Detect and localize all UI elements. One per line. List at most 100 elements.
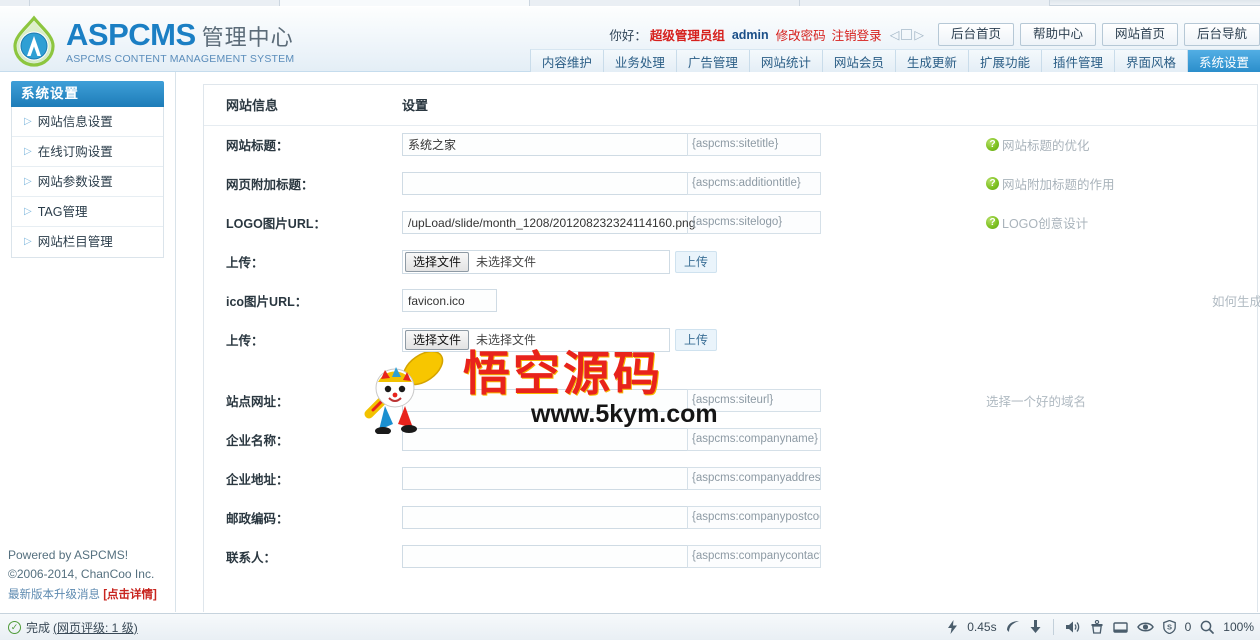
shield-icon[interactable]: S (1162, 620, 1176, 634)
pager-box-icon[interactable] (901, 29, 913, 40)
label-company-address: 企业地址： (226, 473, 289, 487)
input-company-name[interactable] (402, 428, 712, 451)
browser-tab[interactable] (0, 0, 30, 6)
sidebar-footer: Powered by ASPCMS! ©2006-2014, ChanCoo I… (0, 546, 176, 605)
form-row-addition-title: 网页附加标题： {aspcms:additiontitle} ? 网站附加标题的… (204, 164, 1257, 203)
logout-link[interactable]: 注销登录 (832, 25, 882, 44)
ico-file-input[interactable]: 选择文件 未选择文件 (402, 327, 670, 352)
choose-file-button[interactable]: 选择文件 (405, 251, 470, 272)
logo-upload-control: 选择文件 未选择文件 上传 (402, 249, 1257, 274)
hint-site-title[interactable]: ? 网站标题的优化 (986, 135, 1257, 154)
input-ico-url[interactable] (402, 289, 497, 312)
form-row-company-contact: 联系人： {aspcms:companycontact} (204, 537, 1257, 576)
username: admin (731, 27, 769, 42)
logo-file-input[interactable]: 选择文件 未选择文件 (402, 249, 670, 274)
tab-site-statistics[interactable]: 网站统计 (750, 50, 823, 72)
tag-site-logo: {aspcms:sitelogo} (687, 211, 821, 234)
change-password-link[interactable]: 修改密码 (776, 25, 826, 44)
sidebar-item-site-params[interactable]: ▷ 网站参数设置 (12, 167, 163, 197)
settings-panel: 网站信息 设置 网站标题： {aspcms:sitetitle} ? 网站标题的… (203, 84, 1260, 612)
hint-addition-title[interactable]: ? 网站附加标题的作用 (986, 174, 1257, 193)
tag-addition-title: {aspcms:additiontitle} (687, 172, 821, 195)
input-company-contact[interactable] (402, 545, 712, 568)
browser-tab[interactable] (530, 0, 800, 6)
pager-next-icon[interactable]: ▷ (914, 27, 924, 42)
tag-site-url: {aspcms:siteurl} (687, 389, 821, 412)
question-mark-icon: ? (986, 138, 999, 152)
file-status-text: 未选择文件 (476, 333, 537, 347)
sidebar-item-online-order[interactable]: ▷ 在线订购设置 (12, 137, 163, 167)
browser-tab-strip (0, 0, 1260, 6)
input-site-url[interactable] (402, 389, 712, 412)
tab-ad-management[interactable]: 广告管理 (677, 50, 750, 72)
sidebar: 系统设置 ▷ 网站信息设置 ▷ 在线订购设置 ▷ 网站参数设置 ▷ TAG管理 (0, 72, 176, 612)
logo-upload-button[interactable]: 上传 (675, 250, 718, 273)
question-mark-icon: ? (986, 177, 999, 190)
zoom-level-text[interactable]: 100% (1223, 620, 1254, 634)
update-notice[interactable]: 最新版本升级消息 [点击详情] (8, 586, 157, 605)
logo-text: ASPCMS 管理中心 ASPCMS CONTENT MANAGEMENT SYS… (66, 17, 295, 65)
form-row-spacer (204, 359, 1257, 381)
svg-text:S: S (1167, 623, 1172, 632)
pager-control[interactable]: ◁ ▷ (890, 27, 924, 42)
tab-plugins[interactable]: 插件管理 (1042, 50, 1115, 72)
status-left: ✓ 完成 (网页评级: 1 级) (0, 619, 138, 636)
input-addition-title[interactable] (402, 172, 712, 195)
eye-icon[interactable] (1136, 621, 1154, 633)
chevron-right-icon: ▷ (24, 205, 32, 217)
chevron-right-icon: ▷ (24, 236, 32, 247)
browser-tab[interactable] (800, 0, 1050, 6)
form-row-site-logo: LOGO图片URL： {aspcms:sitelogo} ? LOGO创意设计 (204, 203, 1257, 242)
window-panel-icon[interactable] (1112, 621, 1128, 634)
browser-tab-active[interactable] (280, 0, 530, 6)
form-header-row: 网站信息 设置 (204, 85, 1257, 126)
page-rating-link[interactable]: (网页评级: 1 级) (53, 619, 138, 636)
hint-text: LOGO创意设计 (1002, 217, 1089, 231)
label-ico-url: ico图片URL： (226, 295, 308, 309)
speaker-volume-icon[interactable] (1065, 620, 1081, 634)
tab-content-maintenance[interactable]: 内容维护 (531, 50, 604, 72)
copyright-text: ©2006-2014, ChanCoo Inc. (8, 567, 155, 581)
tab-generate-update[interactable]: 生成更新 (896, 50, 969, 72)
app-logo[interactable]: ASPCMS 管理中心 ASPCMS CONTENT MANAGEMENT SYS… (8, 15, 294, 67)
tab-site-members[interactable]: 网站会员 (823, 50, 896, 72)
shield-count-text: 0 (1184, 620, 1192, 634)
choose-file-button[interactable]: 选择文件 (405, 329, 470, 350)
form-row-logo-upload: 上传： 选择文件 未选择文件 上传 (204, 242, 1257, 281)
input-company-address[interactable] (402, 467, 712, 490)
input-site-logo[interactable] (402, 211, 712, 234)
sidebar-item-label: 在线订购设置 (37, 144, 113, 159)
top-button-backend-home[interactable]: 后台首页 (937, 23, 1014, 46)
search-magnifier-icon[interactable] (1200, 620, 1215, 634)
body-area: 系统设置 ▷ 网站信息设置 ▷ 在线订购设置 ▷ 网站参数设置 ▷ TAG管理 (0, 72, 1260, 612)
user-role: 超级管理员组 (649, 29, 725, 43)
greeting-text: 你好： (609, 29, 647, 43)
sidebar-item-tag-management[interactable]: ▷ TAG管理 (12, 197, 163, 227)
sidebar-item-site-info[interactable]: ▷ 网站信息设置 (12, 107, 163, 137)
chevron-right-icon: ▷ (24, 115, 32, 127)
label-company-postcode: 邮政编码： (226, 512, 289, 526)
tab-system-settings[interactable]: 系统设置 (1187, 50, 1260, 72)
tab-ui-style[interactable]: 界面风格 (1115, 50, 1188, 72)
chevron-right-icon: ▷ (24, 145, 32, 157)
top-button-site-home[interactable]: 网站首页 (1101, 23, 1178, 46)
logo-subtitle: ASPCMS CONTENT MANAGEMENT SYSTEM (66, 52, 295, 65)
download-arrow-icon[interactable] (1029, 620, 1042, 634)
sidebar-title: 系统设置 (11, 81, 164, 107)
browser-tab[interactable] (30, 0, 280, 6)
input-site-title[interactable] (402, 133, 712, 157)
tab-business-process[interactable]: 业务处理 (604, 50, 677, 72)
input-company-postcode[interactable] (402, 506, 712, 529)
top-button-help-center[interactable]: 帮助中心 (1019, 23, 1096, 46)
ico-upload-button[interactable]: 上传 (675, 328, 718, 351)
hint-site-logo[interactable]: ? LOGO创意设计 (986, 213, 1257, 232)
leaf-icon[interactable] (1006, 620, 1020, 634)
sidebar-item-column-management[interactable]: ▷ 网站栏目管理 (12, 227, 163, 257)
top-button-backend-nav[interactable]: 后台导航 (1183, 23, 1260, 46)
pager-prev-icon[interactable]: ◁ (890, 27, 900, 42)
trash-bin-icon[interactable] (1090, 620, 1104, 634)
main-nav-tabs: 内容维护 业务处理 广告管理 网站统计 网站会员 生成更新 扩展功能 插件管理 … (529, 49, 1260, 72)
site-info-form: 网站信息 设置 网站标题： {aspcms:sitetitle} ? 网站标题的… (204, 85, 1260, 576)
update-notice-link[interactable]: [点击详情] (103, 589, 157, 601)
tab-extensions[interactable]: 扩展功能 (969, 50, 1042, 72)
